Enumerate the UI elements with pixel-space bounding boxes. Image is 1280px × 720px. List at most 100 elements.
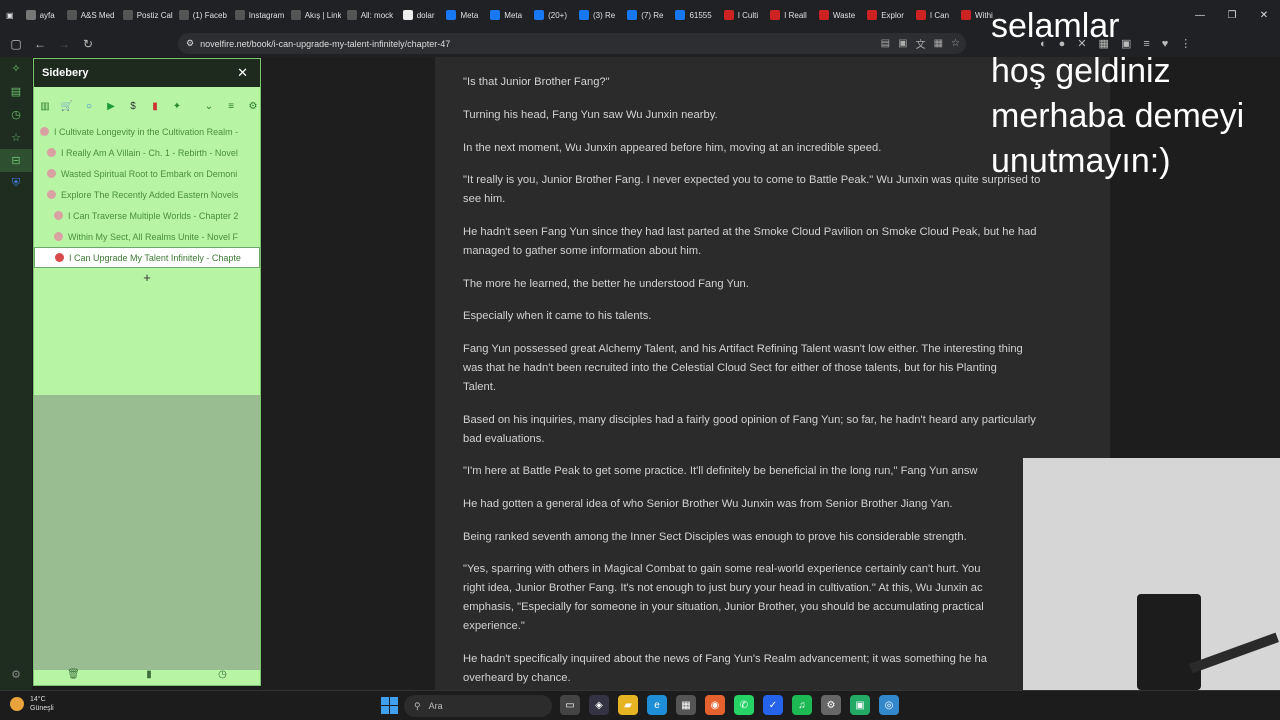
spotify-icon[interactable]: ♫: [792, 695, 812, 715]
browser-tab[interactable]: (1) Faceb: [173, 0, 229, 30]
browser-tab[interactable]: A&S Med: [61, 0, 117, 30]
settings-icon[interactable]: ⚙: [0, 663, 32, 686]
app-icon[interactable]: ⚙: [821, 695, 841, 715]
sidebar-tab-item[interactable]: Within My Sect, All Realms Unite - Novel…: [34, 226, 260, 247]
tasks-icon[interactable]: ✓: [763, 695, 783, 715]
game-icon[interactable]: ✦: [170, 101, 184, 112]
sidebar-tab-item[interactable]: I Can Upgrade My Talent Infinitely - Cha…: [34, 247, 260, 268]
edge-icon[interactable]: e: [647, 695, 667, 715]
sidebar-tab-item[interactable]: I Cultivate Longevity in the Cultivation…: [34, 121, 260, 142]
whatsapp-icon[interactable]: ✆: [734, 695, 754, 715]
sidebar-title: Sidebery: [42, 67, 89, 79]
tab-label: I Can: [929, 10, 950, 20]
app-icon[interactable]: ▣: [850, 695, 870, 715]
browser-tab[interactable]: I Reall: [764, 0, 813, 30]
sidebar-tab-label: I Can Upgrade My Talent Infinitely - Cha…: [69, 252, 241, 263]
sidebar-tab-label: I Cultivate Longevity in the Cultivation…: [54, 126, 239, 137]
tab-label: Meta: [460, 10, 479, 20]
widgets-icon[interactable]: ◈: [589, 695, 609, 715]
browser-tab[interactable]: Explor: [861, 0, 910, 30]
settings-icon[interactable]: ⚙: [246, 101, 260, 112]
app-icon[interactable]: ◎: [879, 695, 899, 715]
reader-icon[interactable]: ▤: [881, 38, 890, 49]
overlay-line: hoş geldiniz: [991, 52, 1171, 90]
panel-tabs-icon[interactable]: ▥: [38, 101, 52, 112]
file-explorer-icon[interactable]: ▰: [618, 695, 638, 715]
browser-tab[interactable]: Instagram: [229, 0, 285, 30]
browser-tab[interactable]: Postiz Cal: [117, 0, 173, 30]
sidebery-icon[interactable]: ⊟: [0, 149, 32, 172]
overlay-line: merhaba demeyi: [991, 97, 1245, 135]
tab-favicon-icon: [446, 10, 457, 20]
site-info-icon[interactable]: ⚙: [186, 38, 194, 49]
browser-tab[interactable]: Waste: [813, 0, 861, 30]
browser-tab[interactable]: Meta: [440, 0, 484, 30]
firefox-icon[interactable]: ◉: [705, 695, 725, 715]
tab-label: I Culti: [737, 10, 759, 20]
tab-label: Akış | Link: [304, 10, 341, 20]
browser-tab[interactable]: I Culti: [718, 0, 764, 30]
tab-menu-button[interactable]: ▣: [0, 0, 20, 30]
reload-icon[interactable]: ↻: [76, 37, 100, 51]
paragraph: "I'm here at Battle Peak to get some pra…: [463, 465, 978, 477]
browser-tab[interactable]: Akış | Link: [285, 0, 341, 30]
history-icon[interactable]: ◷: [0, 103, 32, 126]
address-bar[interactable]: ⚙ novelfire.net/book/i-can-upgrade-my-ta…: [178, 33, 966, 54]
browser-tab[interactable]: Meta: [484, 0, 528, 30]
collapse-icon[interactable]: ≡: [224, 101, 238, 112]
clock-icon[interactable]: ◷: [218, 669, 227, 680]
sidebar-footer: 🗑 ▮ ◷: [34, 663, 260, 685]
sidebar-tab-item[interactable]: I Can Traverse Multiple Worlds - Chapter…: [34, 205, 260, 226]
paragraph: Based on his inquiries, many disciples h…: [463, 414, 1036, 445]
weather-widget[interactable]: 14°C Güneşli: [10, 695, 54, 713]
browser-tab[interactable]: dolar: [397, 0, 441, 30]
shield-icon[interactable]: ⛨: [0, 172, 32, 195]
tab-favicon-icon: [818, 10, 829, 20]
paragraph: Being ranked seventh among the Inner Sec…: [463, 531, 967, 543]
tab-label: Meta: [504, 10, 523, 20]
tab-favicon-icon: [675, 10, 686, 20]
stream-overlay-text: selamlar hoş geldiniz merhaba demeyi unu…: [991, 4, 1244, 184]
tab-favicon-icon: [534, 10, 545, 20]
taskbar-search[interactable]: ⚲ Ara: [404, 695, 552, 717]
reading-list-icon[interactable]: ▤: [0, 80, 32, 103]
tab-favicon-icon: [578, 10, 589, 20]
sidebar-tab-item[interactable]: Wasted Spiritual Root to Embark on Demon…: [34, 163, 260, 184]
new-tab-button[interactable]: +: [33, 270, 261, 285]
ai-icon[interactable]: ✧: [0, 57, 32, 80]
sidebar-toggle-icon[interactable]: ▢: [4, 37, 28, 51]
tab-label: Waste: [832, 10, 856, 20]
browser-tab[interactable]: ayfa: [20, 0, 61, 30]
sidebar-toolbar: ▥ 🛒 ○ ▶ $ ▮ ✦ ⌄ ≡ ⚙: [34, 95, 260, 117]
screenshot-icon[interactable]: ▣: [898, 38, 907, 49]
circle-icon[interactable]: ○: [82, 101, 96, 112]
browser-tab[interactable]: 61555: [669, 0, 717, 30]
browser-tab[interactable]: I Can: [910, 0, 955, 30]
sidebar-tab-item[interactable]: Explore The Recently Added Eastern Novel…: [34, 184, 260, 205]
browser-tab[interactable]: (7) Re: [621, 0, 669, 30]
browser-tab[interactable]: (20+): [528, 0, 573, 30]
sidebar-tab-item[interactable]: I Really Am A Villain - Ch. 1 - Rebirth …: [34, 142, 260, 163]
start-button[interactable]: [381, 697, 398, 714]
bookmark-icon[interactable]: ▮: [146, 669, 152, 680]
cart-icon[interactable]: 🛒: [60, 101, 74, 112]
play-icon[interactable]: ▶: [104, 101, 118, 112]
book-icon[interactable]: ▮: [148, 101, 162, 112]
close-icon[interactable]: ✕: [237, 65, 248, 81]
browser-tab[interactable]: All: mock: [341, 0, 397, 30]
close-icon[interactable]: ✕: [1248, 10, 1280, 21]
apps-icon[interactable]: ▦: [934, 38, 943, 49]
browser-tab[interactable]: (3) Re: [573, 0, 621, 30]
taskbar-apps: ▭ ◈ ▰ e ▦ ◉ ✆ ✓ ♫ ⚙ ▣ ◎: [560, 695, 899, 715]
back-icon[interactable]: ←: [28, 37, 52, 51]
store-icon[interactable]: ▦: [676, 695, 696, 715]
dollar-icon[interactable]: $: [126, 101, 140, 112]
bookmarks-icon[interactable]: ☆: [0, 126, 32, 149]
bookmark-star-icon[interactable]: ☆: [951, 38, 960, 49]
tab-label: ayfa: [39, 10, 55, 20]
forward-icon[interactable]: →: [52, 37, 76, 51]
chevron-down-icon[interactable]: ⌄: [202, 101, 216, 112]
task-view-icon[interactable]: ▭: [560, 695, 580, 715]
trash-icon[interactable]: 🗑: [67, 669, 80, 680]
translate-icon[interactable]: 文: [916, 36, 926, 51]
